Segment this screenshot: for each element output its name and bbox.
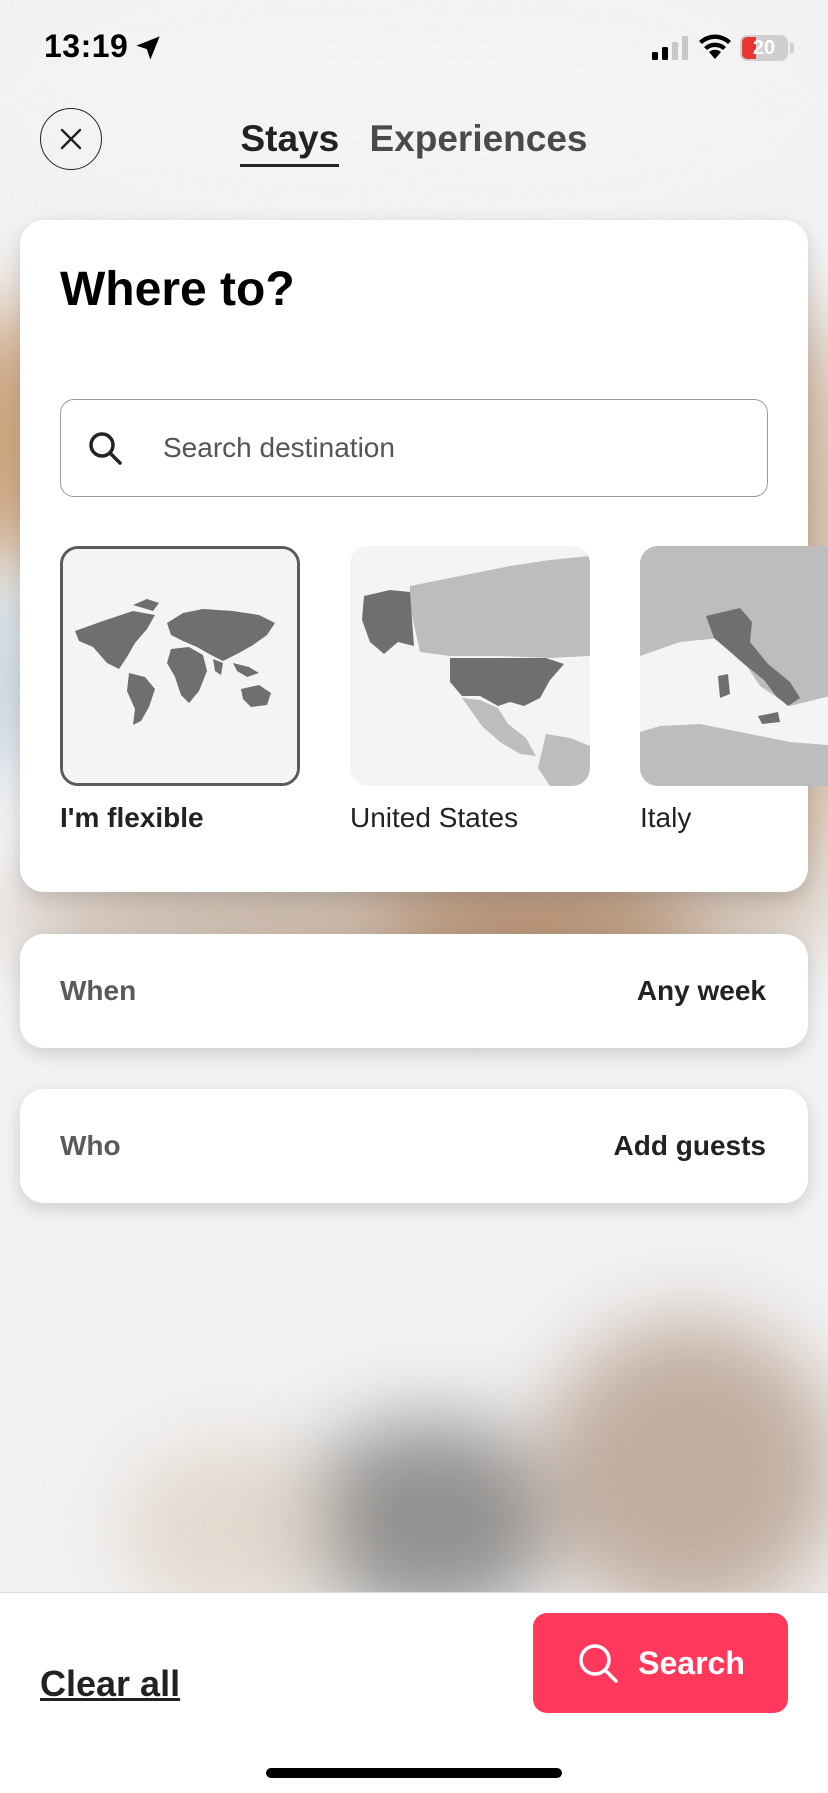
destination-label-flexible: I'm flexible: [60, 802, 204, 833]
clear-all-button[interactable]: Clear all: [40, 1663, 180, 1705]
destination-flexible[interactable]: I'm flexible: [60, 546, 300, 834]
tab-stays[interactable]: Stays: [240, 118, 340, 167]
location-arrow-icon: [136, 36, 160, 60]
status-bar: 13:19 20: [0, 0, 828, 100]
wifi-icon: [699, 34, 731, 59]
destination-italy[interactable]: Italy: [640, 546, 828, 834]
search-icon: [89, 432, 122, 465]
status-time: 13:19: [44, 28, 129, 64]
search-placeholder: Search destination: [163, 432, 395, 463]
united-states-map-image: [350, 546, 590, 786]
italy-map-image: [640, 546, 828, 786]
search-button-label: Search: [638, 1644, 745, 1681]
home-indicator: [266, 1768, 562, 1778]
search-tabs: Stays Experiences: [0, 118, 828, 167]
destination-label-italy: Italy: [640, 802, 692, 833]
destination-search-input[interactable]: Search destination: [60, 399, 768, 497]
search-button[interactable]: Search: [533, 1613, 788, 1713]
when-label: When: [60, 975, 137, 1006]
battery-level: 20: [752, 37, 776, 59]
destination-label-united-states: United States: [350, 802, 519, 833]
tab-experiences[interactable]: Experiences: [369, 118, 587, 164]
who-label: Who: [60, 1130, 121, 1161]
who-value: Add guests: [613, 1130, 766, 1161]
destination-united-states[interactable]: United States: [350, 546, 590, 834]
search-icon: [579, 1644, 618, 1683]
world-map-image: [60, 546, 300, 786]
battery-icon: 20: [740, 35, 788, 61]
cellular-signal-icon: [652, 36, 688, 60]
when-row[interactable]: When Any week: [20, 934, 808, 1048]
when-value: Any week: [636, 975, 766, 1006]
who-row[interactable]: Who Add guests: [20, 1089, 808, 1203]
where-title: Where to?: [60, 263, 295, 316]
bottom-action-bar: Clear all Search: [0, 1592, 828, 1793]
